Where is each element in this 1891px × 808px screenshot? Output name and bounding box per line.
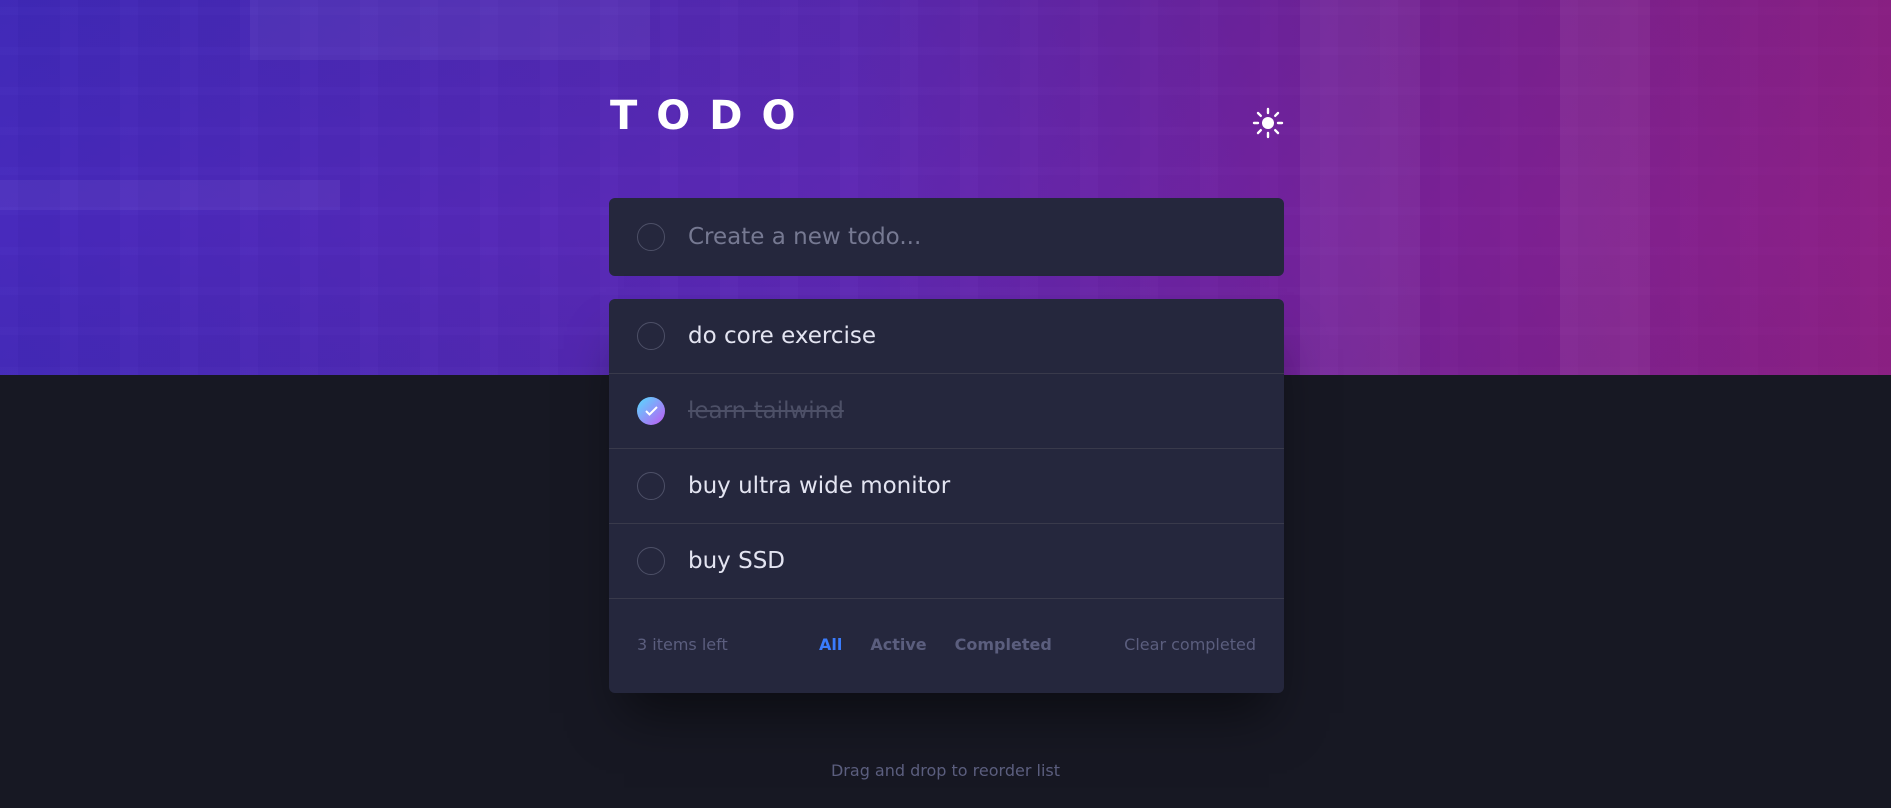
todo-item[interactable]: learn tailwind <box>609 374 1284 449</box>
new-todo-bar <box>609 198 1284 276</box>
todo-list: do core exercise learn tailwind buy ultr… <box>609 299 1284 693</box>
filter-active[interactable]: Active <box>870 635 926 654</box>
filter-completed[interactable]: Completed <box>955 635 1052 654</box>
check-icon <box>644 406 658 416</box>
todo-item[interactable]: buy ultra wide monitor <box>609 449 1284 524</box>
new-todo-input[interactable] <box>688 217 1248 257</box>
filter-all[interactable]: All <box>819 635 842 654</box>
theme-toggle-button[interactable] <box>1252 107 1284 139</box>
todo-text: do core exercise <box>688 323 877 349</box>
todo-item[interactable]: buy SSD <box>609 524 1284 599</box>
todo-text: buy ultra wide monitor <box>688 473 951 499</box>
todo-checkbox[interactable] <box>637 472 665 500</box>
filter-group: All Active Completed <box>819 635 1052 654</box>
drag-hint: Drag and drop to reorder list <box>830 761 1060 780</box>
sun-icon <box>1252 107 1284 139</box>
items-left-count: 3 items left <box>637 635 728 654</box>
app-title: TODO <box>610 93 815 139</box>
todo-checkbox[interactable] <box>637 322 665 350</box>
todo-checkbox[interactable] <box>637 547 665 575</box>
todo-item[interactable]: do core exercise <box>609 299 1284 374</box>
todo-text: buy SSD <box>688 548 786 574</box>
clear-completed-button[interactable]: Clear completed <box>1124 635 1256 654</box>
new-todo-circle[interactable] <box>637 223 665 251</box>
list-footer: 3 items left All Active Completed Clear … <box>609 599 1284 691</box>
todo-checkbox-checked[interactable] <box>637 397 665 425</box>
todo-text: learn tailwind <box>688 398 844 424</box>
